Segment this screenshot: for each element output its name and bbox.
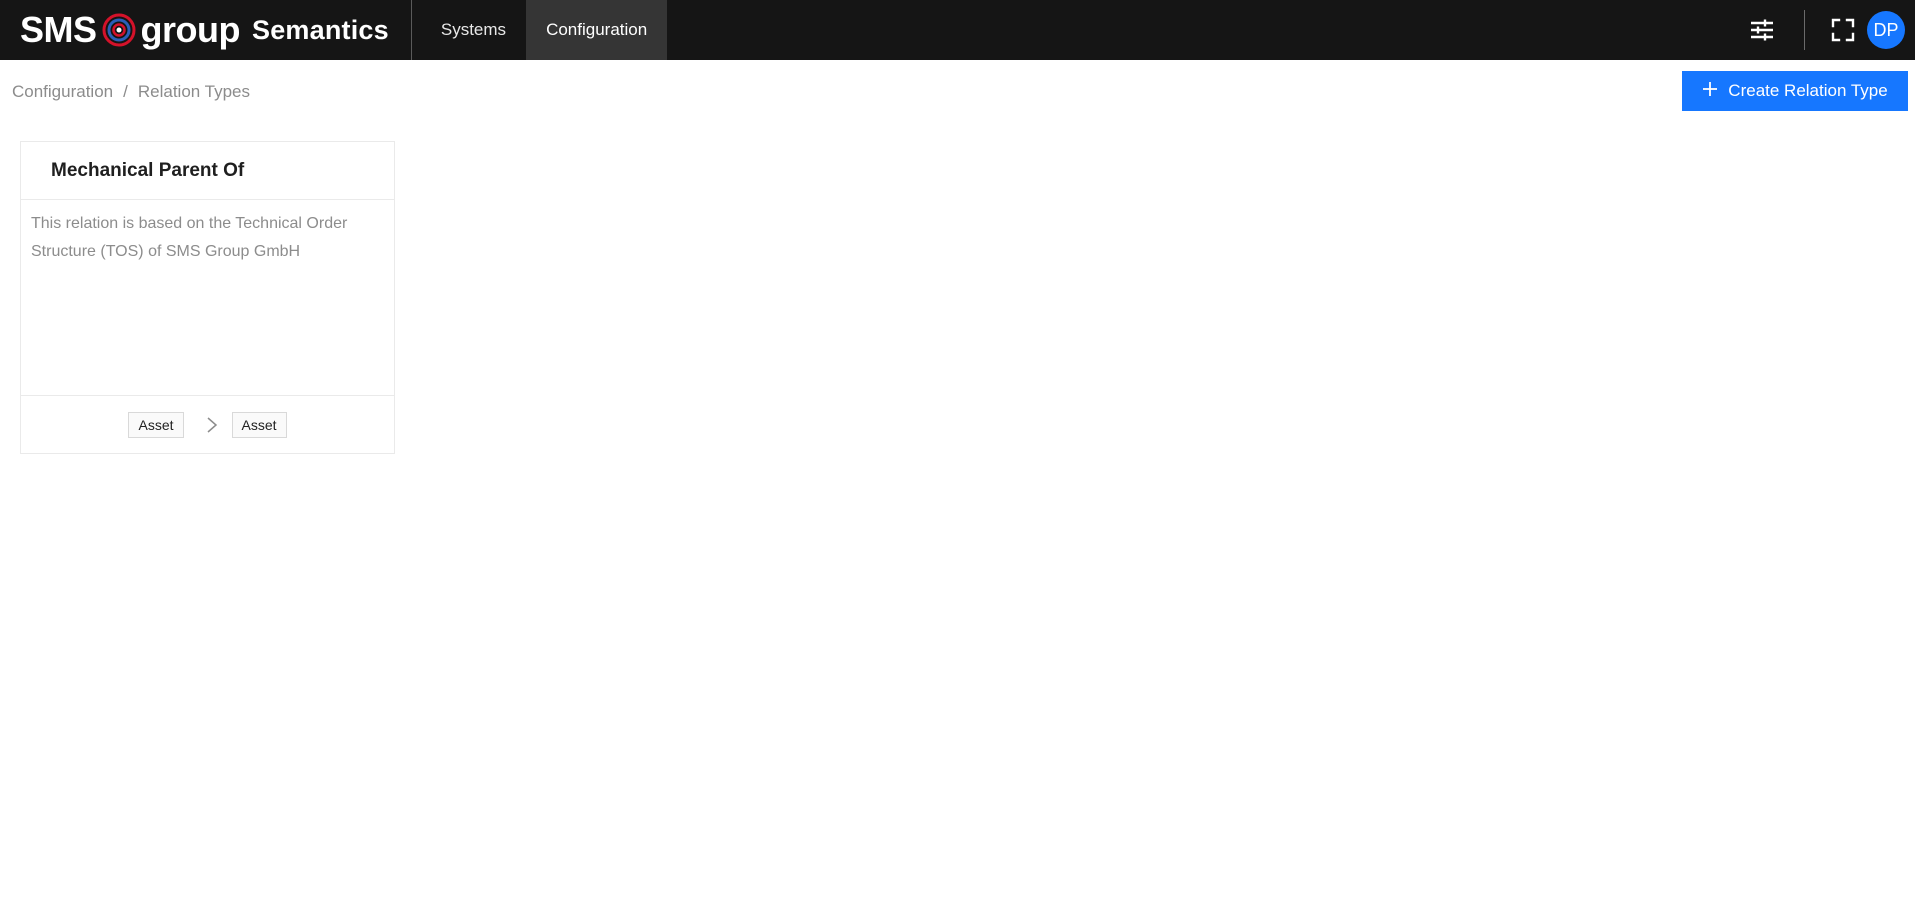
- plus-icon: [1702, 79, 1718, 101]
- logo-ring-icon: [102, 13, 136, 47]
- breadcrumb-item-relation-types: Relation Types: [137, 82, 251, 101]
- breadcrumb: Configuration / Relation Types: [12, 82, 250, 102]
- sliders-icon[interactable]: [1742, 10, 1782, 50]
- source-type-tag: Asset: [128, 411, 184, 438]
- card-title: Mechanical Parent Of: [51, 159, 245, 181]
- logo-text-sms: SMS: [20, 9, 97, 50]
- chevron-right-icon: [206, 416, 218, 433]
- nav-item-systems[interactable]: Systems: [421, 0, 526, 60]
- breadcrumb-separator: /: [123, 82, 128, 101]
- logo-text-group: group: [140, 9, 241, 50]
- main-nav: Systems Configuration: [421, 0, 668, 60]
- fullscreen-icon[interactable]: [1823, 10, 1863, 50]
- relation-type-card[interactable]: Mechanical Parent Of This relation is ba…: [20, 141, 395, 454]
- nav-item-configuration[interactable]: Configuration: [526, 0, 668, 60]
- page-subheader: Configuration / Relation Types Create Re…: [0, 60, 1915, 122]
- top-navigation-bar: SMS group Semantics Systems Configuratio…: [0, 0, 1915, 60]
- user-avatar[interactable]: DP: [1867, 11, 1905, 49]
- card-footer: Asset Asset: [21, 396, 394, 453]
- breadcrumb-item-configuration[interactable]: Configuration: [12, 82, 113, 102]
- target-type-tag: Asset: [231, 411, 287, 438]
- topbar-actions: DP: [1742, 0, 1905, 60]
- sms-group-logo[interactable]: SMS group: [20, 9, 241, 50]
- brand: SMS group Semantics: [0, 0, 412, 60]
- card-body: This relation is based on the Technical …: [21, 200, 394, 396]
- card-description: This relation is based on the Technical …: [31, 215, 348, 260]
- card-header: Mechanical Parent Of: [21, 142, 394, 200]
- topbar-divider: [1804, 10, 1805, 50]
- app-title: Semantics: [252, 14, 389, 45]
- create-relation-type-button[interactable]: Create Relation Type: [1682, 71, 1908, 111]
- create-relation-type-label: Create Relation Type: [1728, 81, 1888, 100]
